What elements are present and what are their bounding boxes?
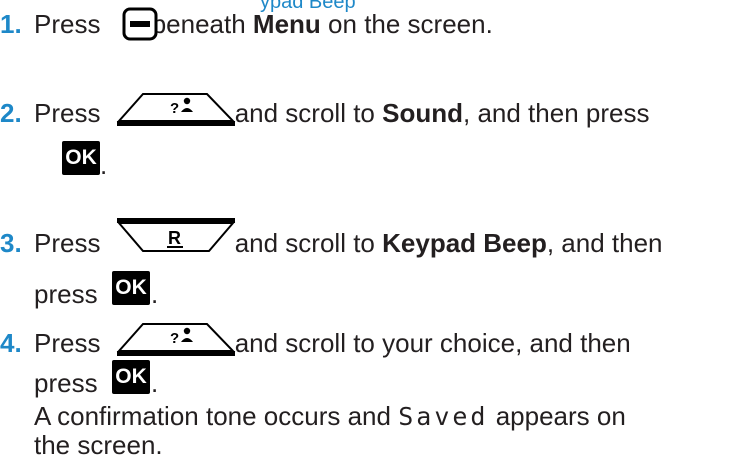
- right-softkey-icon: R: [116, 218, 236, 252]
- step-text: Press: [34, 228, 101, 258]
- svg-text:R: R: [168, 228, 181, 248]
- step-text: Press: [34, 328, 101, 358]
- note-text: A confirmation tone occurs and: [34, 401, 391, 431]
- step-text: .: [151, 368, 159, 398]
- up-nav-key-icon: ?: [116, 93, 236, 126]
- up-nav-key-icon: ?: [116, 323, 236, 356]
- step-text: and scroll to your choice, and then: [234, 328, 631, 358]
- step-text: and scroll to: [234, 98, 375, 128]
- step-text: .: [151, 279, 159, 309]
- step-text: press: [34, 279, 98, 309]
- sound-label: Sound: [382, 98, 463, 128]
- step-3-cont: press: [0, 281, 98, 307]
- step-3: 3. Press and scroll to Keypad Beep, and t…: [0, 230, 663, 256]
- step-2: 2. Press and scroll to Sound, and then pr…: [0, 100, 649, 126]
- step-4-end: .: [151, 370, 158, 396]
- svg-text:?: ?: [170, 330, 179, 347]
- step-text: , and then press: [463, 98, 650, 128]
- keypad-beep-label: Keypad Beep: [382, 228, 547, 258]
- step-4-cont: press: [0, 370, 98, 396]
- menu-softkey-icon: [122, 7, 158, 41]
- ok-key-icon: OK: [62, 141, 100, 175]
- note-text: the screen.: [34, 430, 163, 460]
- step-text: press: [34, 368, 98, 398]
- step-4: 4. Press and scroll to your choice, and t…: [0, 330, 631, 356]
- step-number: 1.: [0, 9, 22, 39]
- ok-key-icon: OK: [112, 360, 150, 394]
- ok-key-icon: OK: [112, 271, 150, 305]
- step-text: Press: [34, 9, 101, 39]
- step-number: 4.: [0, 328, 22, 358]
- step-text: beneath: [151, 9, 246, 39]
- confirmation-note: A confirmation tone occurs and Saved app…: [34, 403, 626, 429]
- step-2-end: .: [100, 152, 107, 178]
- svg-text:?: ?: [170, 100, 179, 117]
- confirmation-note-cont: the screen.: [34, 432, 163, 458]
- step-text: and scroll to: [234, 228, 375, 258]
- step-text: Press: [34, 98, 101, 128]
- step-text: on the screen.: [328, 9, 493, 39]
- step-3-end: .: [151, 281, 158, 307]
- step-text: , and then: [546, 228, 663, 258]
- lcd-saved-text: Saved: [398, 402, 489, 431]
- note-text: appears on: [495, 401, 626, 431]
- step-text: .: [100, 150, 108, 180]
- menu-label: Menu: [252, 9, 321, 39]
- step-1: 1. Press beneath Menu on the screen.: [0, 11, 493, 37]
- step-number: 2.: [0, 98, 22, 128]
- step-number: 3.: [0, 228, 22, 258]
